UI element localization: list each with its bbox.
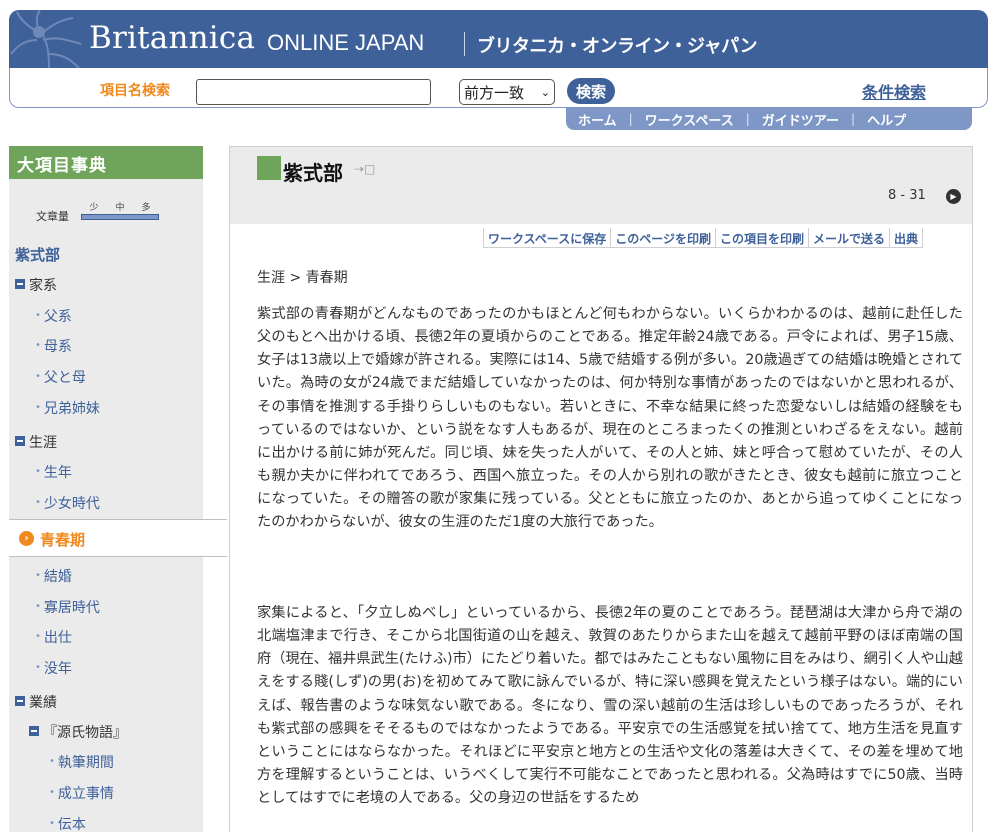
page-indicator: 8 - 31 [888, 188, 926, 203]
save-to-workspace-button[interactable]: ワークスペースに保存 [483, 228, 612, 248]
sidebar-item-current[interactable]: › 青春期 [9, 519, 227, 557]
bullet-icon: • [35, 340, 41, 351]
next-page-icon[interactable]: ▶ [946, 189, 961, 204]
brand-logo[interactable]: Britannica [89, 20, 255, 56]
nav-tabs: ホーム | ワークスペース | ガイドツアー | ヘルプ [566, 108, 972, 130]
article-paragraph: 家集によると、「夕立しぬべし」といっているから、長徳2年の夏のことであろう。琵琶… [257, 605, 963, 807]
sidebar-item-court-service[interactable]: • 出仕 [35, 627, 72, 647]
sidebar-item-widowhood[interactable]: • 寡居時代 [35, 597, 100, 617]
sidebar-item-death-year[interactable]: • 没年 [35, 658, 72, 678]
article-paragraph: 紫式部の青春期がどんなものであったのかもほとんど何もわからない。いくらかわかるの… [257, 306, 963, 531]
volume-bar [81, 214, 159, 220]
sidebar-item-birth-year[interactable]: • 生年 [35, 462, 72, 482]
article-panel: 紫式部 ⇢□ 8 - 31 ▶ ワークスペースに保存 このページを印刷 この項目… [229, 146, 973, 832]
breadcrumb: 生涯 > 青春期 [257, 270, 348, 286]
article-header: 紫式部 ⇢□ 8 - 31 ▶ [230, 147, 972, 224]
collapse-icon[interactable] [15, 696, 25, 706]
sidebar-title: 大項目事典 [9, 146, 203, 179]
sidebar-item-maternal[interactable]: • 母系 [35, 336, 72, 356]
sidebar-topic[interactable]: 紫式部 [15, 244, 60, 265]
sidebar-item-marriage[interactable]: • 結婚 [35, 566, 72, 586]
volume-label: 文章量 [36, 210, 69, 223]
title-marker [257, 156, 281, 180]
bullet-icon: • [49, 818, 55, 829]
article-actions: ワークスペースに保存 このページを印刷 この項目を印刷 メールで送る 出典 [483, 228, 924, 248]
source-button[interactable]: 出典 [890, 228, 924, 248]
collapse-icon[interactable] [15, 436, 25, 446]
tab-workspace[interactable]: ワークスペース [633, 110, 746, 129]
match-mode-select[interactable]: 前方一致 ⌄ [459, 79, 555, 105]
sidebar-item-writing-period[interactable]: • 執筆期間 [49, 752, 114, 772]
bullet-icon: • [49, 787, 55, 798]
search-label: 項目名検索 [100, 83, 170, 99]
advanced-search-link[interactable]: 条件検索 [862, 79, 926, 103]
chevron-down-icon: ⌄ [540, 85, 550, 99]
bullet-icon: • [35, 466, 41, 477]
sidebar-group-genji[interactable]: 『源氏物語』 [29, 722, 127, 742]
volume-scale: 少 中 多 [81, 200, 159, 220]
sidebar-item-paternal[interactable]: • 父系 [35, 306, 72, 326]
print-entry-button[interactable]: この項目を印刷 [715, 228, 809, 248]
volume-mark-mid: 中 [115, 203, 125, 213]
tab-help[interactable]: ヘルプ [855, 110, 918, 129]
volume-mark-high: 多 [141, 203, 151, 213]
bullet-icon: • [35, 497, 41, 508]
print-page-button[interactable]: このページを印刷 [611, 228, 716, 248]
sidebar-item-siblings[interactable]: • 兄弟姉妹 [35, 398, 100, 418]
bullet-icon: • [35, 310, 41, 321]
volume-indicator: 文章量 少 中 多 [9, 196, 203, 232]
bullet-icon: • [35, 371, 41, 382]
collapse-icon[interactable] [15, 279, 25, 289]
bullet-icon: • [49, 756, 55, 767]
sidebar-group-family[interactable]: 家系 [15, 275, 57, 295]
tab-home[interactable]: ホーム [566, 110, 629, 129]
search-input[interactable] [196, 79, 431, 105]
copy-link-icon[interactable]: ⇢□ [354, 162, 375, 176]
arrow-right-icon: › [19, 531, 34, 546]
sidebar-item-girlhood[interactable]: • 少女時代 [35, 493, 100, 513]
volume-mark-low: 少 [89, 203, 99, 213]
sidebar-group-life[interactable]: 生涯 [15, 432, 57, 452]
brand-logo-sub: ONLINE JAPAN [267, 30, 425, 55]
page-title: 紫式部 [283, 161, 343, 185]
match-mode-value: 前方一致 [464, 83, 525, 102]
collapse-icon[interactable] [29, 726, 39, 736]
bullet-icon: • [35, 601, 41, 612]
tab-guide-tour[interactable]: ガイドツアー [750, 110, 851, 129]
sidebar-item-composition[interactable]: • 成立事情 [49, 783, 114, 803]
brand-logo-japanese: ブリタニカ・オンライン・ジャパン [477, 36, 758, 57]
search-bar: 項目名検索 前方一致 ⌄ 検索 条件検索 [9, 68, 988, 108]
sidebar-item-manuscripts[interactable]: • 伝本 [49, 814, 86, 832]
email-button[interactable]: メールで送る [808, 228, 890, 248]
sidebar: 大項目事典 文章量 少 中 多 紫式部 家系 • 父系 • 母系 • 父と母 • 兄弟姉… [9, 146, 227, 832]
bullet-icon: • [35, 662, 41, 673]
sidebar-item-parents[interactable]: • 父と母 [35, 367, 86, 387]
sidebar-current-label: 青春期 [40, 531, 86, 549]
bullet-icon: • [35, 402, 41, 413]
logo-divider [464, 32, 465, 56]
header-banner: Britannica ONLINE JAPAN ブリタニカ・オンライン・ジャパン [9, 10, 988, 68]
search-button[interactable]: 検索 [567, 78, 615, 104]
bullet-icon: • [35, 631, 41, 642]
thistle-logo-icon [10, 10, 82, 68]
bullet-icon: • [35, 570, 41, 581]
sidebar-group-works[interactable]: 業績 [15, 692, 57, 712]
